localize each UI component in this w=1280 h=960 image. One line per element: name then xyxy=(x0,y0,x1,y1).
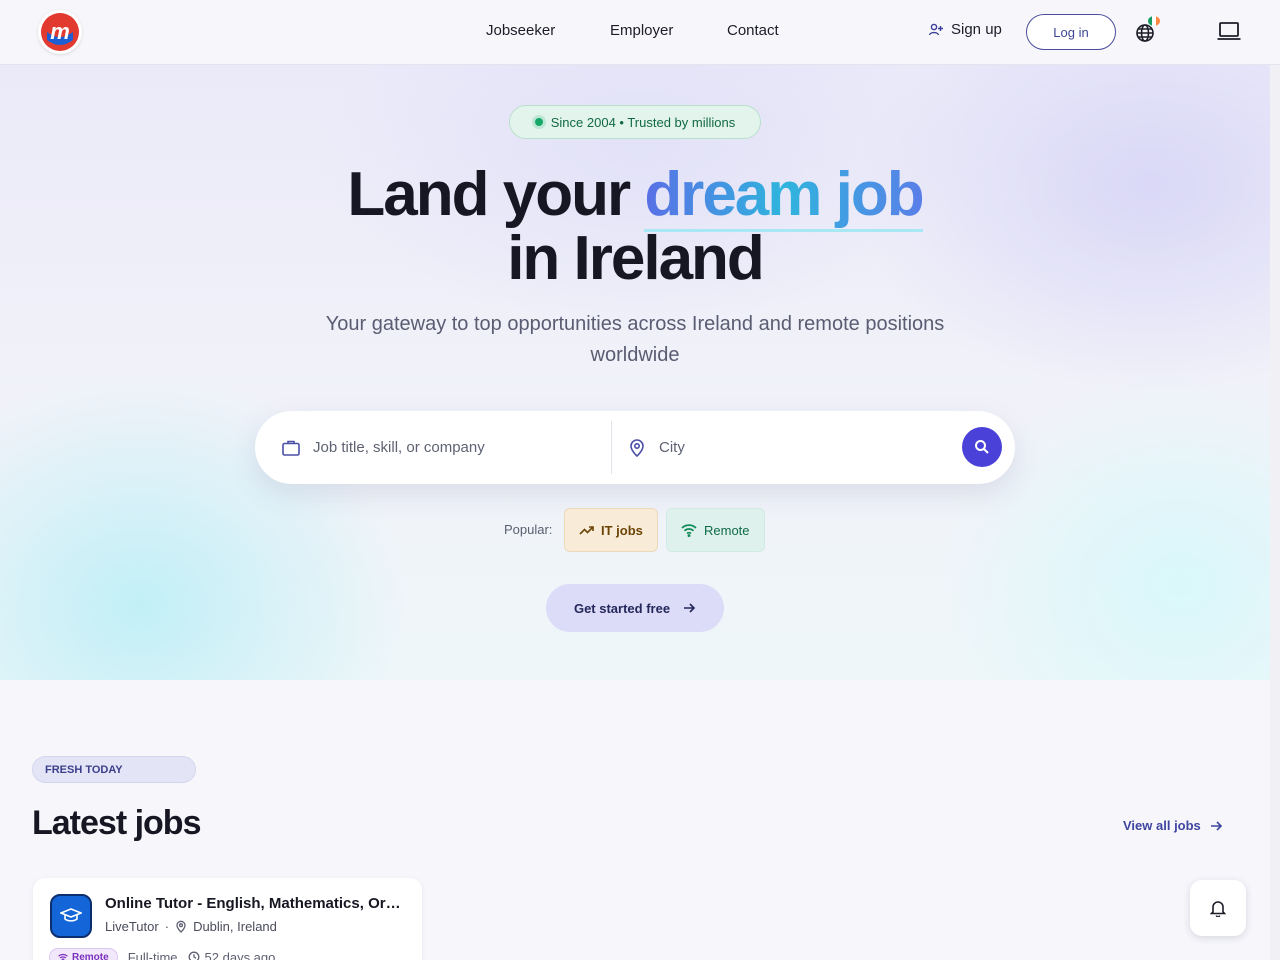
since-badge: Since 2004 • Trusted by millions xyxy=(509,105,761,139)
fresh-today-badge: FRESH TODAY xyxy=(32,756,196,783)
wifi-icon xyxy=(58,953,68,960)
company-logo xyxy=(50,894,92,938)
signup-button[interactable]: Sign up xyxy=(928,21,1002,38)
briefcase-icon xyxy=(282,440,300,456)
location-pin-icon xyxy=(630,438,644,457)
job-title: Online Tutor - English, Mathematics, Or… xyxy=(105,895,401,912)
since-badge-text: Since 2004 • Trusted by millions xyxy=(550,114,736,130)
popular-label: Popular: xyxy=(504,522,553,537)
city-input[interactable] xyxy=(659,439,909,456)
search-bar xyxy=(255,411,1015,484)
job-meta: LiveTutor · Dublin, Ireland xyxy=(105,919,277,934)
job-company: LiveTutor xyxy=(105,919,159,934)
job-posted: 52 days ago xyxy=(188,949,276,960)
headline-accent: dream job xyxy=(644,160,925,232)
top-nav-bar: m Jobseeker Employer Contact Sign up Log… xyxy=(0,0,1280,65)
nav-contact[interactable]: Contact xyxy=(727,22,779,39)
view-all-label: View all jobs xyxy=(1123,818,1201,833)
city-search-field xyxy=(627,411,909,484)
clock-icon xyxy=(188,951,199,960)
get-started-label: Get started free xyxy=(573,600,671,616)
job-card[interactable]: Online Tutor - English, Mathematics, Or…… xyxy=(33,878,422,960)
get-started-button[interactable]: Get started free xyxy=(546,584,724,632)
hero-subtitle: Your gateway to top opportunities across… xyxy=(325,313,945,366)
user-plus-icon xyxy=(928,23,943,35)
chip-remote[interactable]: Remote xyxy=(666,508,765,552)
location-pin-icon xyxy=(176,920,186,933)
hero-section: Since 2004 • Trusted by millions Land yo… xyxy=(0,65,1270,680)
arrow-right-icon xyxy=(684,603,696,613)
latest-jobs-title: Latest jobs xyxy=(32,804,201,842)
headline-part1: Land your xyxy=(347,160,631,229)
nav-jobseeker[interactable]: Jobseeker xyxy=(486,22,555,39)
bell-icon xyxy=(1210,901,1226,917)
status-dot-icon xyxy=(534,118,543,126)
view-all-jobs-link[interactable]: View all jobs xyxy=(1123,818,1223,833)
signup-label: Sign up xyxy=(951,21,1002,38)
headline-part2: in Ireland xyxy=(507,224,765,293)
chip-it-jobs[interactable]: IT jobs xyxy=(564,508,658,552)
remote-tag-label: Remote xyxy=(72,951,109,960)
chip-remote-label: Remote xyxy=(704,522,750,538)
job-location: Dublin, Ireland xyxy=(193,919,277,934)
trending-up-icon xyxy=(579,525,594,535)
ireland-flag-icon xyxy=(1148,16,1160,26)
wifi-icon xyxy=(681,524,697,537)
job-tags: Remote Full-time 52 days ago xyxy=(49,948,275,960)
page-scrollbar[interactable] xyxy=(1270,65,1280,960)
search-divider xyxy=(611,421,612,474)
brand-logo[interactable]: m xyxy=(38,10,82,54)
login-button[interactable]: Log in xyxy=(1026,14,1116,50)
arrow-right-icon xyxy=(1210,820,1222,831)
job-search-field xyxy=(281,411,583,484)
laptop-icon[interactable] xyxy=(1216,20,1242,42)
notifications-button[interactable] xyxy=(1190,880,1246,936)
svg-text:m: m xyxy=(50,19,70,44)
job-search-input[interactable] xyxy=(313,439,583,456)
search-button[interactable] xyxy=(962,427,1002,467)
graduation-cap-icon xyxy=(60,908,82,922)
search-icon xyxy=(975,440,989,454)
chip-it-label: IT jobs xyxy=(601,522,643,538)
nav-employer[interactable]: Employer xyxy=(610,22,673,39)
job-posted-label: 52 days ago xyxy=(204,949,276,960)
remote-tag: Remote xyxy=(49,948,118,960)
hero-headline: Land your dream job in Ireland xyxy=(0,160,1270,293)
job-type: Full-time xyxy=(127,949,178,960)
meta-separator: · xyxy=(164,919,170,934)
